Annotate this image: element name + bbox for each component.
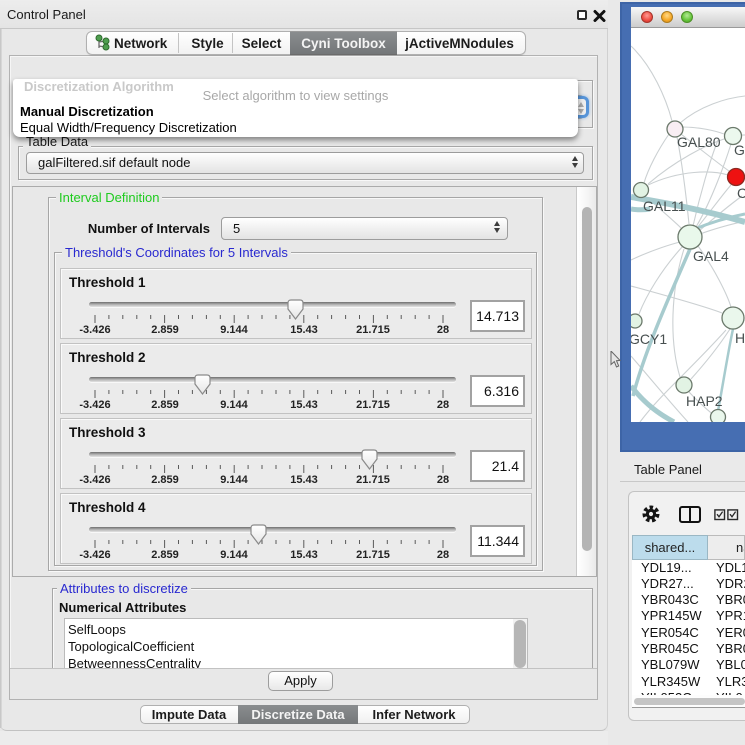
svg-text:GAL4: GAL4 (693, 248, 729, 264)
svg-text:GAL80: GAL80 (677, 134, 721, 150)
svg-text:HAP2: HAP2 (686, 393, 723, 409)
svg-text:GAL11: GAL11 (643, 198, 686, 214)
svg-text:H: H (735, 330, 745, 346)
svg-text:C: C (737, 185, 745, 201)
svg-text:GCY1: GCY1 (631, 331, 667, 347)
svg-text:GA: GA (734, 142, 745, 158)
